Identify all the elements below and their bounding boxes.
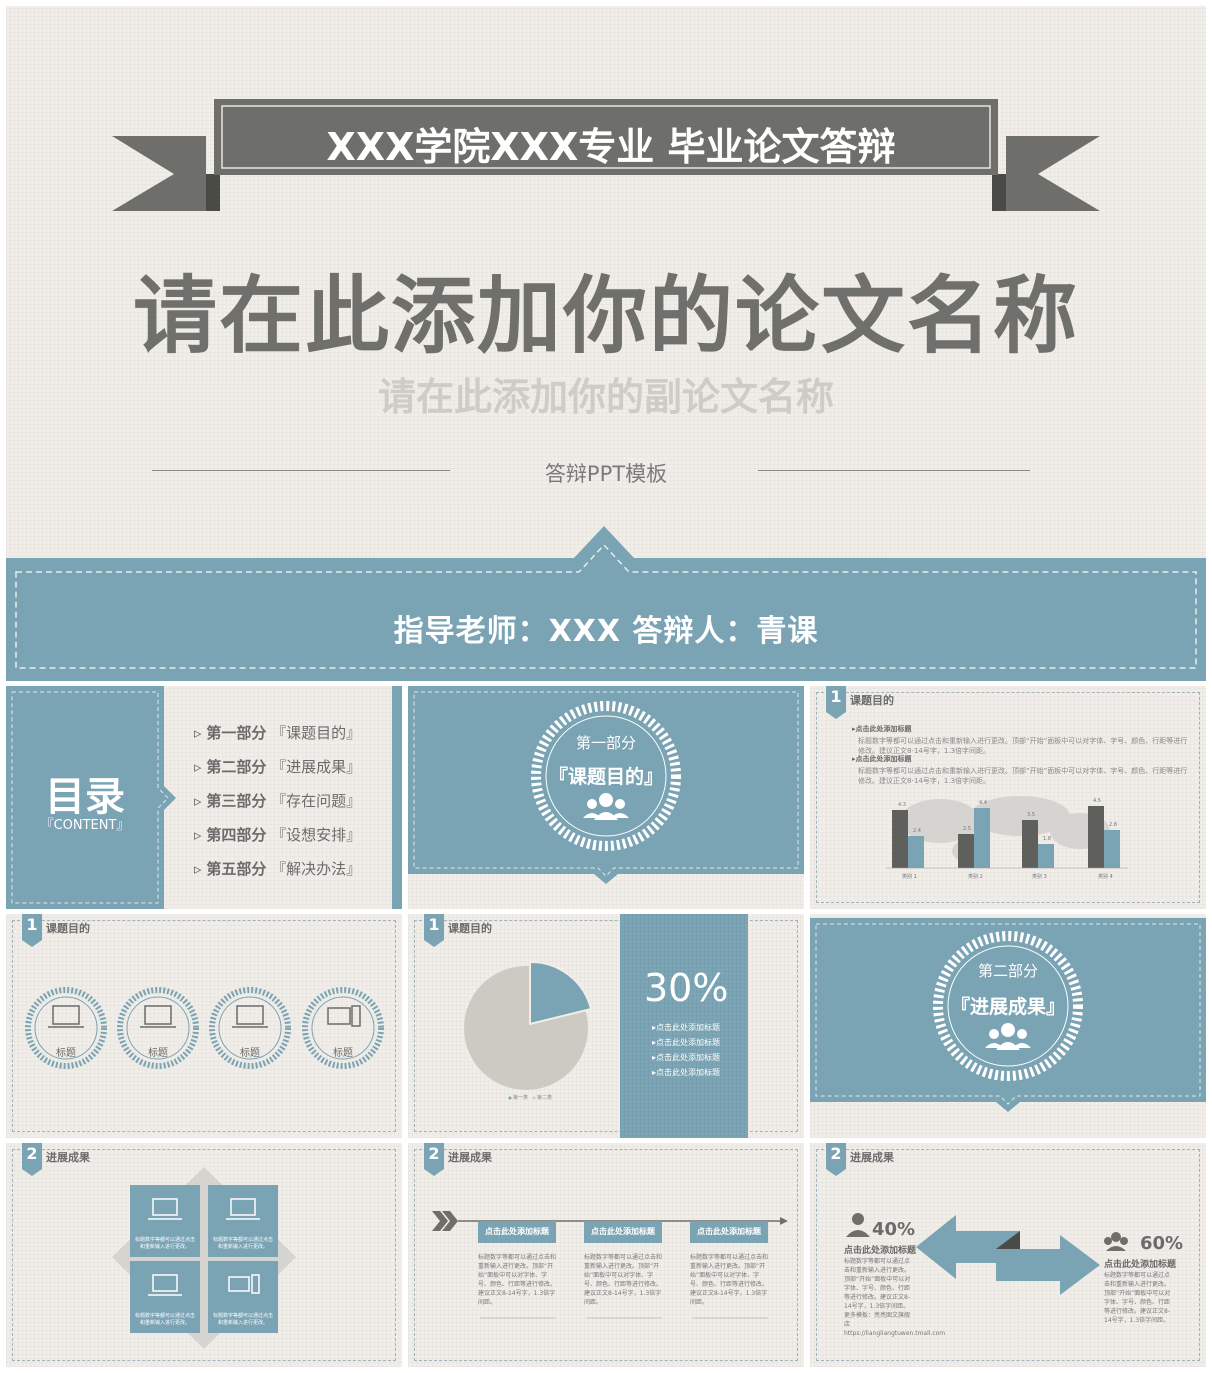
section-1-label: 第一部分 bbox=[575, 734, 636, 752]
slide-pie[interactable]: 1 课题目的 第一类 第二类 30% ▸点击此处添加标题 ▸点击此处添加标题 ▸… bbox=[408, 914, 804, 1138]
pie-legend-1: 第一类 bbox=[513, 1095, 529, 1101]
timeline-body: 标题数字等都可以通过点击和重新输入进行更改。顶部“开始”面板中可以对字体、字号、… bbox=[690, 1254, 769, 1306]
team-icon bbox=[1104, 1232, 1128, 1251]
left-percent: 40% bbox=[872, 1219, 916, 1240]
laptop-chart-icon bbox=[52, 1005, 80, 1025]
bar-category-label: 类别 2 bbox=[968, 873, 983, 880]
slide-bar-chart[interactable]: 1 课题目的 ▸点击此处添加标题 标题数字等都可以通过点击和重新输入进行更改。顶… bbox=[810, 686, 1206, 909]
template-label: 答辩PPT模板 bbox=[544, 462, 668, 486]
divider-right bbox=[758, 470, 1030, 471]
timeline-head-1: 点击此处添加标题 bbox=[478, 1221, 556, 1243]
thesis-subtitle: 请在此添加你的副论文名称 bbox=[377, 375, 834, 419]
slide-section-1[interactable]: 第一部分 『课题目的』 bbox=[408, 686, 804, 909]
thesis-title: 请在此添加你的论文名称 bbox=[132, 267, 1079, 365]
title-slide: XXX学院XXX专业 毕业论文答辩 请在此添加你的论文名称 请在此添加你的副论文… bbox=[6, 6, 1206, 681]
right-body: 标题数字等都可以通过点击和重新输入进行更改。顶部“开始”面板中可以对字体、字号、… bbox=[1104, 1272, 1171, 1324]
toc-item-4[interactable]: ▹ 第四部分 『设想安排』 bbox=[194, 824, 361, 845]
world-map-bg bbox=[900, 796, 1110, 863]
timeline-body: 标题数字等都可以通过点击和重新输入进行更改。顶部“开始”面板中可以对字体、字号、… bbox=[584, 1254, 663, 1306]
bar-value-label: 4.5 bbox=[1093, 798, 1101, 804]
left-body: 标题数字等都可以通过点击和重新输入进行更改。顶部“开始”面板中可以对字体、字号、… bbox=[844, 1258, 946, 1337]
slide-icons[interactable]: 1 课题目的 标题 标题 标题 标题 bbox=[6, 914, 402, 1138]
bar-value-label: 4.3 bbox=[898, 802, 906, 808]
slide-arrows[interactable]: 2 进展成果 40% 60% 点击此处添加标题 点击此处添加标题 标题数字等都可… bbox=[810, 1143, 1206, 1367]
toc-title-en: 『CONTENT』 bbox=[40, 818, 130, 833]
toc-item-3[interactable]: ▹ 第三部分 『存在问题』 bbox=[194, 790, 361, 811]
section-1-panel bbox=[408, 686, 804, 884]
chevrons-icon bbox=[432, 1211, 458, 1231]
bar-value-label: 4.4 bbox=[979, 800, 987, 806]
laptop-icon bbox=[152, 1274, 178, 1292]
pie-percent: 30% bbox=[644, 966, 729, 1010]
slide-timeline[interactable]: 2 进展成果 点击此处添加标题 点击此处添加标题 点击此处添加标题 标题数字等都… bbox=[408, 1143, 804, 1367]
bar-category-label: 类别 1 bbox=[902, 873, 917, 880]
bar-category-label: 类别 4 bbox=[1098, 873, 1113, 880]
toc-item-1[interactable]: ▹ 第一部分 『课题目的』 bbox=[194, 722, 361, 743]
monitor-chart-icon bbox=[230, 1198, 256, 1216]
section-2-panel bbox=[810, 918, 1206, 1112]
pie-list: ▸点击此处添加标题 ▸点击此处添加标题 ▸点击此处添加标题 ▸点击此处添加标题 bbox=[652, 1023, 721, 1077]
bar-value-label: 3.5 bbox=[1027, 812, 1035, 818]
icon-label: 标题 bbox=[240, 1048, 260, 1059]
icon-label: 标题 bbox=[56, 1048, 76, 1059]
pie-chart bbox=[464, 960, 593, 1100]
icon-label: 标题 bbox=[148, 1048, 168, 1059]
timeline-body: 标题数字等都可以通过点击和重新输入进行更改。顶部“开始”面板中可以对字体、字号、… bbox=[478, 1254, 557, 1306]
slide-toc[interactable]: 目录 『CONTENT』 ▹ 第一部分 『课题目的』 ▹ 第二部分 『进展成果』… bbox=[6, 686, 402, 909]
left-head: 点击此处添加标题 bbox=[844, 1246, 917, 1256]
banner-title: XXX学院XXX专业 毕业论文答辩 bbox=[326, 124, 896, 169]
toc-item-5[interactable]: ▹ 第五部分 『解决办法』 bbox=[194, 858, 361, 879]
square-icons bbox=[148, 1198, 260, 1296]
section-2-name: 『进展成果』 bbox=[950, 996, 1065, 1018]
slide-squares[interactable]: 2 进展成果 标题数字等都可以通过点击和重新输入进行更改。 标题数字等都可以通过… bbox=[6, 1143, 402, 1367]
icon-label: 标题 bbox=[333, 1048, 353, 1059]
timeline-head-3: 点击此处添加标题 bbox=[690, 1221, 768, 1243]
laptop-icon bbox=[236, 1005, 264, 1025]
advisor-line: 指导老师：XXX 答辩人：青课 bbox=[393, 614, 819, 649]
slide-section-2[interactable]: 第二部分 『进展成果』 bbox=[810, 914, 1206, 1138]
laptop-chart-icon bbox=[152, 1198, 178, 1216]
bar-category-label: 类别 3 bbox=[1032, 873, 1047, 880]
toc-item-2[interactable]: ▹ 第二部分 『进展成果』 bbox=[194, 756, 361, 777]
bar-value-label: 2.5 bbox=[963, 826, 971, 832]
bar-value-label: 2.4 bbox=[913, 828, 921, 834]
right-percent: 60% bbox=[1140, 1233, 1184, 1254]
pie-legend-2: 第二类 bbox=[537, 1095, 553, 1101]
timeline-head-2: 点击此处添加标题 bbox=[584, 1221, 662, 1243]
computer-icon bbox=[228, 1276, 250, 1292]
section-2-label: 第二部分 bbox=[977, 962, 1038, 980]
bar-value-label: 1.8 bbox=[1043, 836, 1051, 842]
bar-value-label: 2.8 bbox=[1109, 822, 1117, 828]
icon-circles bbox=[25, 987, 384, 1069]
section-1-name: 『课题目的』 bbox=[548, 766, 663, 788]
right-head: 点击此处添加标题 bbox=[1104, 1260, 1177, 1270]
person-icon bbox=[846, 1213, 870, 1237]
bar-chart: 4.3 2.4 2.5 4.4 3.5 1.8 4.5 2.8 类别 1 类别 … bbox=[886, 796, 1128, 880]
computer-icon bbox=[327, 1007, 351, 1025]
monitor-chart-icon bbox=[144, 1005, 172, 1025]
